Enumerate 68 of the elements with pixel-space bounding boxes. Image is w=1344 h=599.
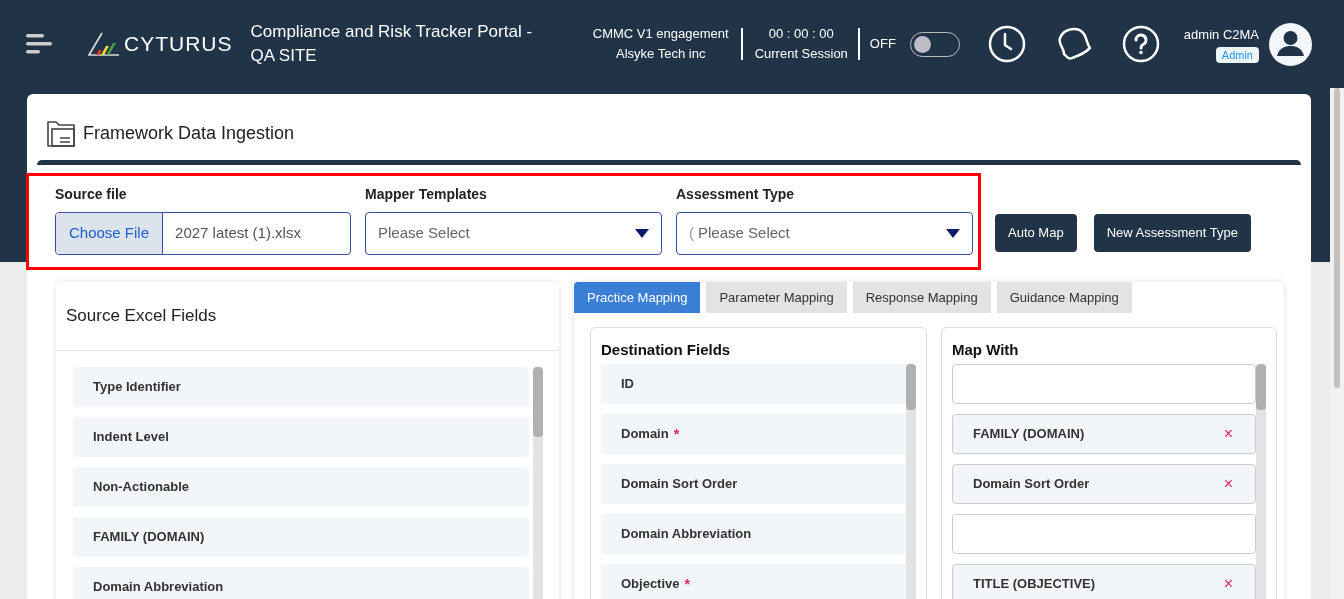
select-placeholder: Please Select	[698, 223, 790, 244]
mapped-field-item[interactable]: FAMILY (DOMAIN) ×	[952, 414, 1256, 454]
help-icon[interactable]	[1121, 25, 1160, 63]
mapping-tab[interactable]: Practice Mapping	[574, 282, 701, 313]
engagement-name: CMMC V1 engagement	[592, 25, 729, 43]
scrollbar[interactable]	[533, 367, 543, 599]
destination-field-item[interactable]: Objective *	[601, 564, 906, 599]
choose-file-button[interactable]: Choose File	[56, 213, 164, 254]
remove-button[interactable]: ×	[1223, 572, 1233, 596]
remove-button[interactable]: ×	[1223, 472, 1233, 496]
caret-icon	[946, 228, 960, 239]
menu-icon[interactable]	[26, 34, 52, 54]
source-field-item[interactable]: Type Identifier	[73, 367, 529, 407]
field-label: Mapper Templates	[365, 185, 488, 204]
session-label: Current Session	[754, 45, 848, 63]
file-name: 2027 latest (1).xlsx	[175, 223, 301, 244]
toggle-label: OFF	[869, 35, 896, 54]
field-name: Domain	[621, 425, 669, 444]
folder-icon	[47, 118, 75, 148]
mapped-field-item[interactable]: Domain Sort Order ×	[952, 464, 1256, 504]
caret-icon	[635, 228, 649, 239]
source-field-item[interactable]: Domain Abbreviation	[73, 567, 529, 599]
source-field-item[interactable]: Indent Level	[73, 417, 529, 457]
mapped-field-name: Domain Sort Order	[973, 475, 1090, 494]
select-prefix: (	[689, 223, 694, 244]
logo-icon	[88, 31, 120, 57]
page-title: Framework Data Ingestion	[83, 121, 295, 145]
portal-title: Compliance and Risk Tracker Portal - QA SITE	[250, 21, 534, 67]
field-name: Domain Sort Order	[621, 475, 738, 494]
avatar-icon[interactable]	[1269, 22, 1312, 66]
company-name: Alsyke Tech inc	[616, 45, 706, 63]
field-name: ID	[621, 375, 634, 394]
page-scrollbar[interactable]	[1330, 88, 1344, 599]
destination-field-item[interactable]: ID	[601, 364, 906, 404]
select-placeholder: Please Select	[378, 223, 470, 244]
mapped-field-name: FAMILY (DOMAIN)	[973, 425, 1085, 444]
source-field-item[interactable]: Non-Actionable	[73, 467, 529, 507]
field-name: Domain Abbreviation	[621, 525, 752, 544]
mapping-tab[interactable]: Parameter Mapping	[706, 282, 847, 313]
required-mark: *	[684, 574, 690, 594]
action-button[interactable]: Auto Map	[995, 214, 1077, 252]
field-label: Assessment Type	[676, 185, 795, 204]
field-name: Objective	[621, 575, 680, 594]
bell-icon[interactable]	[1055, 26, 1092, 62]
panel-title: Source Excel Fields	[66, 305, 217, 328]
logo-text: CYTURUS	[124, 31, 233, 58]
destination-field-item[interactable]: Domain Sort Order	[601, 464, 906, 504]
session-timer: 00 : 00 : 00	[768, 25, 834, 43]
required-mark: *	[673, 424, 680, 444]
mapping-tab[interactable]: Guidance Mapping	[996, 282, 1132, 313]
panel-title: Map With	[952, 339, 1019, 360]
destination-field-item[interactable]: Domain *	[601, 414, 906, 454]
destination-field-item[interactable]: Domain Abbreviation	[601, 514, 906, 554]
select-field[interactable]: Please Select	[365, 212, 662, 255]
action-button[interactable]: New Assessment Type	[1093, 214, 1251, 252]
panel-title: Destination Fields	[601, 339, 731, 360]
mapped-field-item[interactable]: TITLE (OBJECTIVE) ×	[952, 564, 1256, 599]
scrollbar[interactable]	[906, 364, 916, 599]
clock-icon[interactable]	[987, 25, 1026, 63]
select-field[interactable]: ( Please Select	[676, 212, 973, 255]
user-name: admin C2MA	[1183, 26, 1259, 44]
field-label: Source file	[55, 185, 128, 204]
source-field-item[interactable]: FAMILY (DOMAIN)	[73, 517, 529, 557]
remove-button[interactable]: ×	[1223, 422, 1233, 446]
file-input[interactable]: Choose File 2027 latest (1).xlsx	[55, 212, 351, 255]
mapped-field-name: TITLE (OBJECTIVE)	[973, 575, 1096, 594]
mapping-tab[interactable]: Response Mapping	[852, 282, 991, 313]
scrollbar[interactable]	[1256, 364, 1266, 599]
